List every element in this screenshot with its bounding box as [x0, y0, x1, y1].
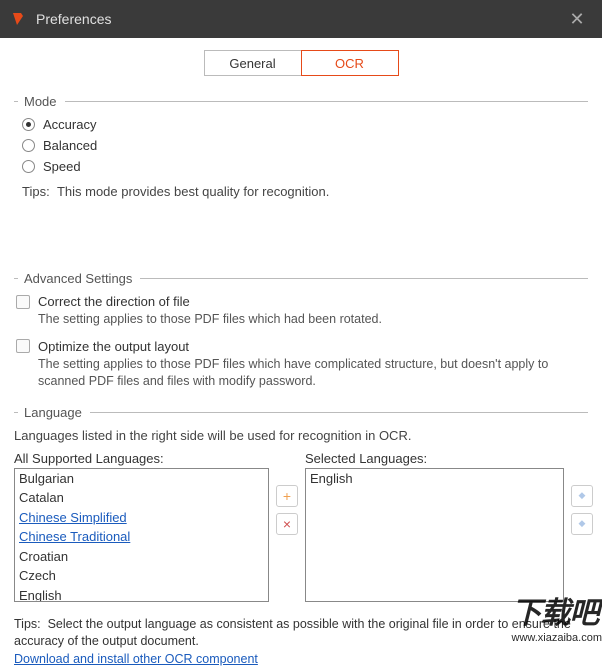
radio-label: Balanced [43, 138, 97, 153]
add-remove-controls: + × [269, 451, 305, 602]
checkbox-correct-direction[interactable]: Correct the direction of file [16, 294, 588, 309]
selected-languages-list[interactable]: English [305, 468, 564, 602]
list-item[interactable]: Czech [15, 566, 268, 586]
remove-language-button[interactable]: × [276, 513, 298, 535]
list-item[interactable]: Catalan [15, 488, 268, 508]
tabs: General OCR [2, 50, 600, 76]
language-intro: Languages listed in the right side will … [14, 428, 600, 443]
checkbox-icon [16, 339, 30, 353]
reorder-controls: ◆ ◆ [564, 451, 600, 602]
language-legend: Language [14, 405, 588, 420]
optimize-desc: The setting applies to those PDF files w… [38, 356, 588, 391]
tab-general[interactable]: General [204, 50, 302, 76]
titlebar: Preferences ✕ [0, 0, 602, 38]
app-logo-icon [10, 11, 26, 27]
advanced-legend: Advanced Settings [14, 271, 588, 286]
radio-icon [22, 139, 35, 152]
close-icon[interactable]: ✕ [562, 9, 592, 30]
advanced-group: Advanced Settings Correct the direction … [14, 271, 588, 391]
list-item[interactable]: Chinese Simplified [15, 508, 268, 528]
radio-speed[interactable]: Speed [22, 159, 588, 174]
selected-languages-label: Selected Languages: [305, 451, 564, 466]
language-group: Language [14, 405, 588, 420]
radio-balanced[interactable]: Balanced [22, 138, 588, 153]
bottom-tips: Tips: Select the output language as cons… [14, 616, 588, 668]
add-language-button[interactable]: + [276, 485, 298, 507]
list-item[interactable]: English [15, 586, 268, 602]
checkbox-label: Correct the direction of file [38, 294, 190, 309]
all-languages-list[interactable]: BulgarianCatalanChinese SimplifiedChines… [14, 468, 269, 602]
all-languages-label: All Supported Languages: [14, 451, 269, 466]
mode-tips: Tips: This mode provides best quality fo… [22, 184, 588, 199]
list-item[interactable]: English [306, 469, 563, 489]
radio-icon [22, 118, 35, 131]
list-item[interactable]: Bulgarian [15, 469, 268, 489]
tab-ocr[interactable]: OCR [301, 50, 399, 76]
list-item[interactable]: Chinese Traditional [15, 527, 268, 547]
checkbox-icon [16, 295, 30, 309]
language-columns: All Supported Languages: BulgarianCatala… [14, 451, 600, 602]
mode-legend: Mode [14, 94, 588, 109]
move-up-button[interactable]: ◆ [571, 485, 593, 507]
list-item[interactable]: Croatian [15, 547, 268, 567]
window-title: Preferences [36, 11, 562, 27]
radio-accuracy[interactable]: Accuracy [22, 117, 588, 132]
radio-label: Accuracy [43, 117, 96, 132]
move-down-button[interactable]: ◆ [571, 513, 593, 535]
radio-label: Speed [43, 159, 81, 174]
checkbox-label: Optimize the output layout [38, 339, 189, 354]
radio-icon [22, 160, 35, 173]
checkbox-optimize-layout[interactable]: Optimize the output layout [16, 339, 588, 354]
correct-desc: The setting applies to those PDF files w… [38, 311, 588, 329]
mode-group: Mode Accuracy Balanced Speed Tips: This … [14, 94, 588, 199]
